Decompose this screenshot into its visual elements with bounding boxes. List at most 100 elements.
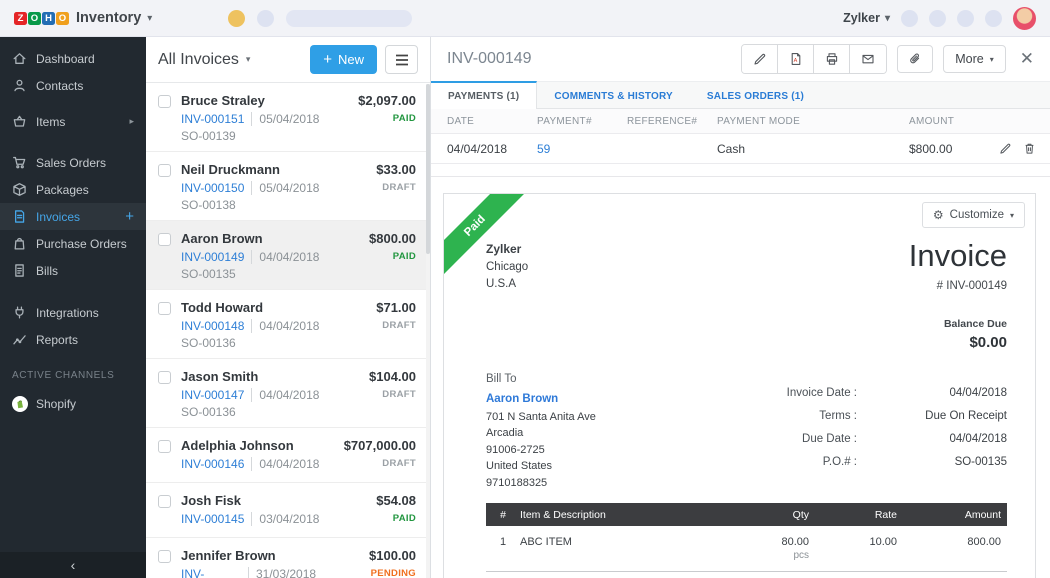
attachment-button[interactable] (897, 45, 933, 73)
company-block: Zylker Chicago U.S.A (486, 240, 528, 351)
org-switcher[interactable]: Zylker ▾ (843, 11, 890, 25)
detail-title: INV-000149 (447, 50, 532, 68)
invoice-row[interactable]: Jason Smith INV-00014704/04/2018 SO-0013… (146, 359, 430, 428)
row-checkbox[interactable] (158, 302, 171, 315)
sidebar-item-invoices[interactable]: Invoices + (0, 203, 146, 230)
status-badge: DRAFT (376, 320, 416, 331)
sidebar-item-reports[interactable]: Reports (0, 326, 146, 353)
row-checkbox[interactable] (158, 495, 171, 508)
topbar-icon-placeholder[interactable] (901, 10, 918, 27)
sidebar-item-sales-orders[interactable]: Sales Orders (0, 149, 146, 176)
list-panel-header: All Invoices ▾ + New (146, 37, 430, 83)
sidebar-item-purchase-orders[interactable]: Purchase Orders (0, 230, 146, 257)
payment-row[interactable]: 04/04/2018 59 Cash $800.00 (431, 134, 1050, 164)
status-badge: PAID (376, 513, 416, 524)
svg-text:A: A (793, 58, 797, 64)
tab-sales-orders[interactable]: SALES ORDERS (1) (690, 82, 821, 110)
pdf-file-icon: A (789, 52, 803, 66)
row-checkbox[interactable] (158, 550, 171, 563)
row-checkbox[interactable] (158, 371, 171, 384)
invoice-row[interactable]: Neil Druckmann INV-00015005/04/2018 SO-0… (146, 152, 430, 221)
logo-letter: O (28, 12, 41, 25)
tab-comments-history[interactable]: COMMENTS & HISTORY (537, 82, 690, 110)
sales-order-ref: SO-00136 (181, 336, 319, 350)
bill-icon (12, 263, 27, 278)
row-checkbox[interactable] (158, 233, 171, 246)
invoice-row[interactable]: Josh Fisk INV-00014503/04/2018 $54.08 PA… (146, 483, 430, 538)
section-divider (431, 164, 1050, 177)
sidebar-item-bills[interactable]: Bills (0, 257, 146, 284)
invoice-row[interactable]: Todd Howard INV-00014804/04/2018 SO-0013… (146, 290, 430, 359)
invoice-amount: $104.00 (369, 369, 416, 384)
notification-dot-icon[interactable] (228, 10, 245, 27)
status-badge: DRAFT (376, 182, 416, 193)
item-description: ABC ITEM (520, 536, 719, 561)
add-invoice-icon[interactable]: + (125, 209, 134, 224)
sidebar-item-items[interactable]: Items ▸ (0, 108, 146, 135)
invoice-list-panel: All Invoices ▾ + New Bruce Straley INV-0… (146, 37, 431, 578)
topbar-icon-placeholder[interactable] (929, 10, 946, 27)
cart-icon (12, 155, 27, 170)
topbar-icon-placeholder[interactable] (985, 10, 1002, 27)
invoice-row[interactable]: Jennifer Brown INV-00014431/03/2018 $100… (146, 538, 430, 578)
payments-table-header: DATE PAYMENT# REFERENCE# PAYMENT MODE AM… (431, 109, 1050, 134)
invoice-row-selected[interactable]: Aaron Brown INV-00014904/04/2018 SO-0013… (146, 221, 430, 290)
customize-button[interactable]: ⚙ Customize ▾ (922, 202, 1025, 228)
invoice-row[interactable]: Bruce Straley INV-00015105/04/2018 SO-00… (146, 83, 430, 152)
invoice-meta: Invoice Date :04/04/2018 Terms :Due On R… (787, 387, 1007, 492)
more-button[interactable]: More ▾ (943, 45, 1006, 73)
invoice-number-link[interactable]: INV-000147 (181, 388, 244, 402)
close-detail-button[interactable]: ✕ (1020, 49, 1034, 69)
invoice-date: 05/04/2018 (251, 112, 319, 126)
chevron-down-icon[interactable]: ▾ (147, 13, 152, 24)
topbar-circle-icon[interactable] (257, 10, 274, 27)
search-bar[interactable] (286, 10, 412, 27)
sidebar-item-shopify[interactable]: Shopify (0, 390, 146, 417)
sidebar-item-packages[interactable]: Packages (0, 176, 146, 203)
payment-mode: Cash (717, 142, 909, 156)
product-name: Inventory (76, 10, 141, 26)
row-checkbox[interactable] (158, 440, 171, 453)
list-scrollbar-thumb[interactable] (426, 84, 430, 254)
user-avatar[interactable] (1013, 7, 1036, 30)
invoice-number-link[interactable]: INV-000150 (181, 181, 244, 195)
payment-number-link[interactable]: 59 (537, 142, 627, 156)
email-button[interactable] (850, 45, 886, 73)
collapse-sidebar-button[interactable]: ‹ (0, 552, 146, 578)
invoice-amount: $2,097.00 (358, 93, 416, 108)
invoice-file-icon (12, 209, 27, 224)
tab-payments[interactable]: PAYMENTS (1) (431, 81, 537, 109)
list-options-button[interactable] (385, 45, 418, 74)
invoice-number-link[interactable]: INV-000151 (181, 112, 244, 126)
delete-payment-button[interactable] (1023, 142, 1036, 155)
topbar-icon-placeholder[interactable] (957, 10, 974, 27)
list-filter-dropdown[interactable]: All Invoices ▾ (158, 51, 250, 69)
invoice-number-link[interactable]: INV-000148 (181, 319, 244, 333)
sales-order-ref: SO-00138 (181, 198, 319, 212)
invoice-number-link[interactable]: INV-000149 (181, 250, 244, 264)
invoice-number-link[interactable]: INV-000144 (181, 567, 241, 578)
invoice-row[interactable]: Adelphia Johnson INV-00014604/04/2018 $7… (146, 428, 430, 483)
sidebar-item-contacts[interactable]: Contacts (0, 72, 146, 99)
basket-icon (12, 114, 27, 129)
zoho-logo[interactable]: Z O H O (14, 12, 69, 25)
row-checkbox[interactable] (158, 164, 171, 177)
sidebar-item-integrations[interactable]: Integrations (0, 299, 146, 326)
edit-button[interactable] (742, 45, 778, 73)
gear-icon: ⚙ (933, 208, 944, 222)
new-invoice-button[interactable]: + New (310, 45, 377, 74)
customer-link[interactable]: Aaron Brown (486, 393, 558, 405)
invoice-list[interactable]: Bruce Straley INV-00015105/04/2018 SO-00… (146, 83, 430, 578)
row-checkbox[interactable] (158, 95, 171, 108)
invoice-amount: $100.00 (316, 548, 416, 563)
edit-payment-button[interactable] (999, 142, 1012, 155)
invoice-number-link[interactable]: INV-000145 (181, 512, 244, 526)
logo-letter: Z (14, 12, 27, 25)
sidebar-item-dashboard[interactable]: Dashboard (0, 45, 146, 72)
invoice-date: 31/03/2018 (248, 567, 316, 578)
status-badge: PAID (369, 251, 416, 262)
print-button[interactable] (814, 45, 850, 73)
pdf-button[interactable]: A (778, 45, 814, 73)
invoice-number-link[interactable]: INV-000146 (181, 457, 244, 471)
logo-letter: H (42, 12, 55, 25)
